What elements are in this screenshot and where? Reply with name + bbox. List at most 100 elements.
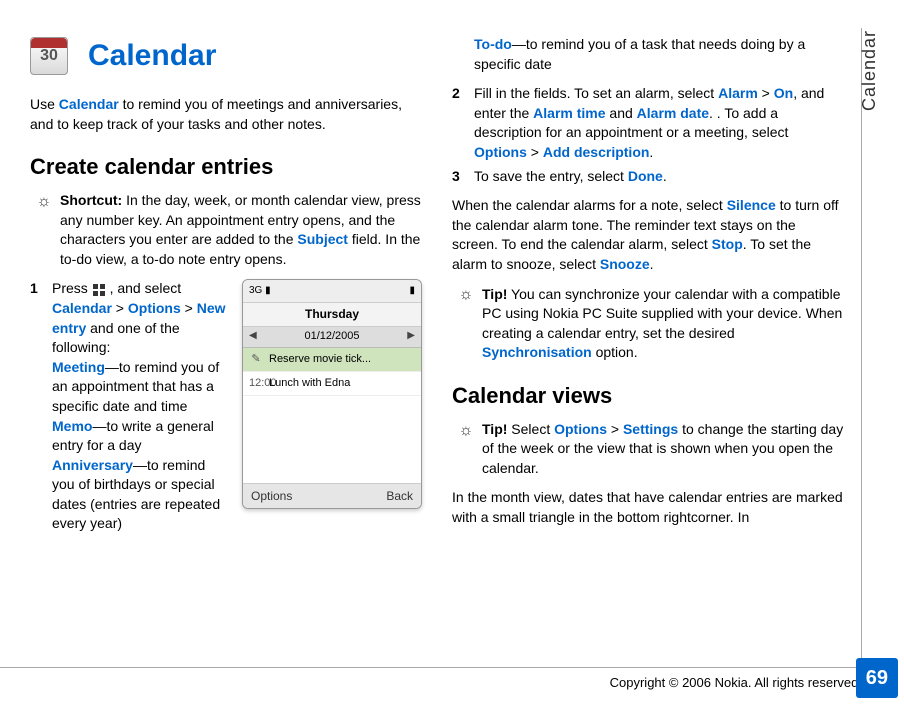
shortcut-label: Shortcut:: [60, 192, 122, 208]
step-3-text: To save the entry, select Done.: [474, 167, 844, 187]
lightbulb-icon: ☼: [456, 286, 476, 306]
text: Use: [30, 96, 59, 112]
text: .: [663, 168, 667, 184]
phone-screenshot: 3G ▮ ▮ Thursday ◀ 01/12/2005 ▶ ✎ Reserve…: [242, 279, 422, 509]
value-on: On: [774, 85, 793, 101]
option-meeting: Meeting: [52, 359, 105, 375]
phone-date-text: 01/12/2005: [304, 329, 359, 344]
text: option.: [592, 344, 638, 360]
tip-label: Tip!: [482, 421, 507, 437]
phone-day-header: Thursday: [243, 303, 421, 327]
tip-label: Tip!: [482, 286, 507, 302]
battery-icon: ▮: [409, 284, 415, 298]
alarm-paragraph: When the calendar alarms for a note, sel…: [452, 196, 844, 274]
prev-date-icon: ◀: [249, 329, 257, 344]
menu-calendar: Calendar: [52, 300, 112, 316]
text: >: [181, 300, 197, 316]
menu-options: Options: [474, 144, 527, 160]
tip-views-text: Tip! Select Options > Settings to change…: [482, 420, 844, 479]
copyright-text: Copyright © 2006 Nokia. All rights reser…: [610, 674, 862, 692]
text: You can synchronize your calendar with a…: [482, 286, 842, 341]
text: , and select: [106, 280, 182, 296]
tip-sync-text: Tip! You can synchronize your calendar w…: [482, 285, 844, 363]
text: >: [112, 300, 128, 316]
footer: Copyright © 2006 Nokia. All rights reser…: [0, 667, 862, 692]
heading-calendar-views: Calendar views: [452, 381, 844, 412]
text: To save the entry, select: [474, 168, 628, 184]
text: and: [606, 105, 637, 121]
text: .: [709, 105, 713, 121]
field-subject: Subject: [297, 231, 348, 247]
field-alarm: Alarm: [718, 85, 758, 101]
menu-add-description: Add description: [543, 144, 650, 160]
app-name-calendar: Calendar: [59, 96, 119, 112]
step-number: 3: [452, 167, 464, 187]
todo-option: To-do—to remind you of a task that needs…: [452, 35, 844, 74]
right-column: To-do—to remind you of a task that needs…: [452, 35, 844, 538]
step-2: 2 Fill in the fields. To set an alarm, s…: [452, 84, 844, 162]
text: .: [650, 256, 654, 272]
option-memo: Memo: [52, 418, 92, 434]
calendar-app-icon: 30: [30, 37, 68, 75]
softkey-right: Back: [386, 488, 413, 505]
step-number: 1: [30, 279, 42, 299]
button-done: Done: [628, 168, 663, 184]
phone-date-row: ◀ 01/12/2005 ▶: [243, 327, 421, 347]
step-1-text: Press , and select Calendar > Options > …: [52, 279, 230, 534]
button-stop: Stop: [712, 236, 743, 252]
step-2-text: Fill in the fields. To set an alarm, sel…: [474, 84, 844, 162]
field-alarm-time: Alarm time: [533, 105, 605, 121]
option-synchronisation: Synchronisation: [482, 344, 592, 360]
button-silence: Silence: [727, 197, 776, 213]
note-icon: ✎: [249, 352, 263, 367]
network-indicator: 3G: [249, 285, 262, 296]
softkey-left: Options: [251, 488, 292, 505]
menu-settings: Settings: [623, 421, 678, 437]
shortcut-text: Shortcut: In the day, week, or month cal…: [60, 191, 422, 269]
side-tab-label: Calendar: [857, 30, 882, 111]
phone-status-bar: 3G ▮ ▮: [243, 280, 421, 303]
option-todo: To-do: [474, 36, 512, 52]
tip-sync: ☼ Tip! You can synchronize your calendar…: [452, 285, 844, 363]
menu-key-icon: [92, 283, 106, 297]
phone-softkeys: Options Back: [243, 483, 421, 509]
page-content: 30 Calendar Use Calendar to remind you o…: [0, 0, 904, 558]
step-number: 2: [452, 84, 464, 104]
lightbulb-icon: ☼: [456, 421, 476, 441]
calendar-icon-day: 30: [40, 45, 58, 67]
page-title: Calendar: [88, 35, 216, 77]
text: >: [607, 421, 623, 437]
intro-paragraph: Use Calendar to remind you of meetings a…: [30, 95, 422, 134]
lightbulb-icon: ☼: [34, 192, 54, 212]
text: >: [758, 85, 774, 101]
shortcut-block: ☼ Shortcut: In the day, week, or month c…: [30, 191, 422, 269]
phone-entry-selected: ✎ Reserve movie tick...: [243, 348, 421, 372]
entry-2-text: Lunch with Edna: [269, 376, 350, 391]
text: Press: [52, 280, 92, 296]
page-number-badge: 69: [856, 658, 898, 698]
right-rule: [861, 28, 862, 692]
text: Select: [507, 421, 554, 437]
phone-entries: ✎ Reserve movie tick... 12:00 Lunch with…: [243, 348, 421, 483]
menu-options: Options: [554, 421, 607, 437]
signal-icon: ▮: [265, 285, 271, 296]
left-column: 30 Calendar Use Calendar to remind you o…: [30, 35, 422, 538]
text: When the calendar alarms for a note, sel…: [452, 197, 727, 213]
text: Fill in the fields. To set an alarm, sel…: [474, 85, 718, 101]
entry-time: 12:00: [249, 376, 263, 391]
title-row: 30 Calendar: [30, 35, 422, 77]
tip-views: ☼ Tip! Select Options > Settings to chan…: [452, 420, 844, 479]
entry-1-text: Reserve movie tick...: [269, 352, 371, 367]
menu-options: Options: [128, 300, 181, 316]
text: .: [649, 144, 653, 160]
next-date-icon: ▶: [407, 329, 415, 344]
month-view-paragraph: In the month view, dates that have calen…: [452, 488, 844, 527]
field-alarm-date: Alarm date: [637, 105, 709, 121]
text: >: [527, 144, 543, 160]
phone-entry: 12:00 Lunch with Edna: [243, 372, 421, 396]
step-1: 1 Press , and select Calendar > Options …: [30, 279, 422, 534]
heading-create-entries: Create calendar entries: [30, 152, 422, 183]
option-anniversary: Anniversary: [52, 457, 133, 473]
text: —to remind you of a task that needs doin…: [474, 36, 805, 72]
step-3: 3 To save the entry, select Done.: [452, 167, 844, 187]
